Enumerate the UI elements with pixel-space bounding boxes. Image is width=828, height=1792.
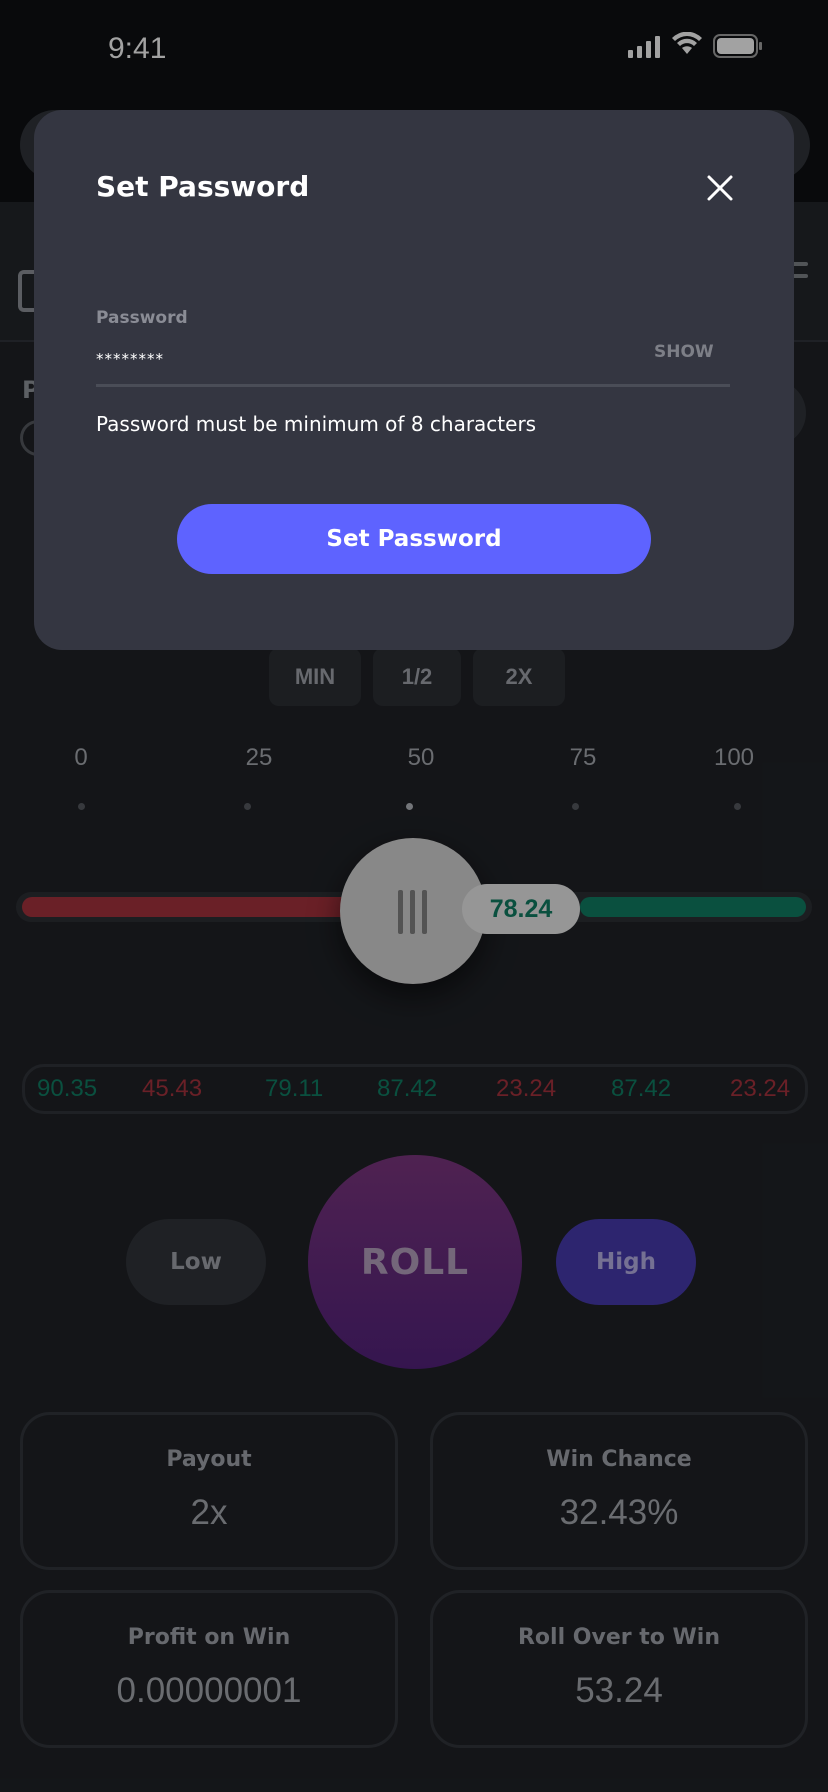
password-input[interactable]: ******** [96,350,164,368]
set-password-button[interactable]: Set Password [177,504,651,574]
show-password-toggle[interactable]: SHOW [654,342,714,362]
close-icon[interactable] [706,174,734,202]
set-password-modal: Set Password Password ******** SHOW Pass… [34,110,794,650]
modal-title: Set Password [96,170,310,203]
password-hint: Password must be minimum of 8 characters [96,412,537,436]
password-label: Password [96,308,188,328]
password-underline [96,384,730,387]
